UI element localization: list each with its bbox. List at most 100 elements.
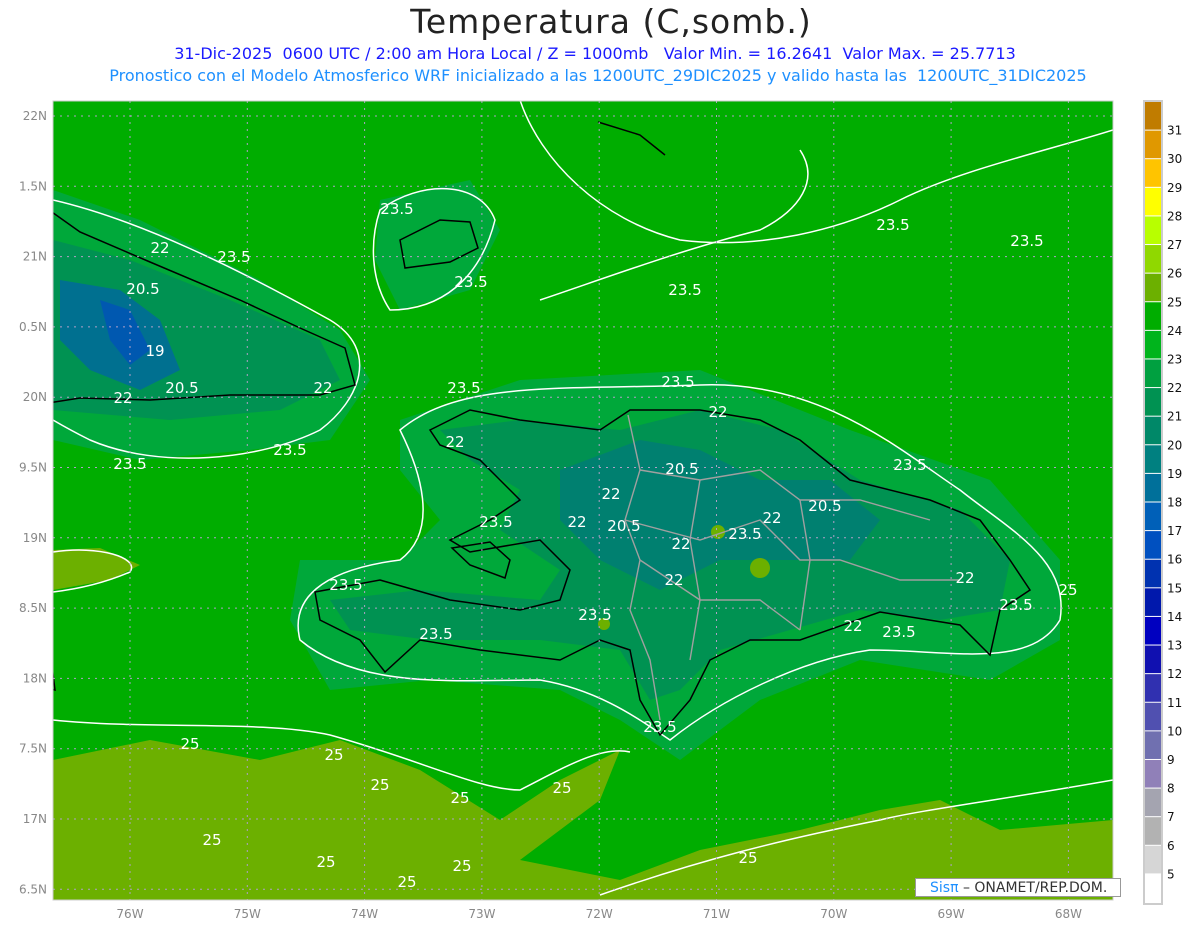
colorbar-label: 29	[1167, 181, 1182, 195]
contour-label: 25	[1058, 581, 1077, 599]
contour-label: 23.5	[728, 525, 761, 543]
colorbar-swatch	[1145, 388, 1161, 416]
contour-label: 23.5	[454, 273, 487, 291]
contour-label: 23.5	[882, 623, 915, 641]
contour-label: 25	[316, 853, 335, 871]
colorbar-label: 23	[1167, 352, 1182, 366]
colorbar-swatch	[1145, 788, 1161, 817]
lat-tick-label: 1.5N	[19, 179, 47, 193]
colorbar-swatch	[1145, 245, 1161, 273]
colorbar-swatch	[1145, 473, 1161, 502]
contour-label: 23.5	[1010, 232, 1043, 250]
lat-tick-label: 20N	[23, 390, 47, 404]
longitude-axis: 76W 75W 74W 73W 72W 71W 70W 69W 68W	[116, 907, 1082, 921]
contour-label: 20.5	[665, 460, 698, 478]
contour-label: 22	[843, 617, 862, 635]
contour-label: 23.5	[479, 513, 512, 531]
lon-tick-label: 76W	[116, 907, 143, 921]
colorbar-label: 20	[1167, 438, 1182, 452]
colorbar-label: 16	[1167, 553, 1182, 567]
forecast-time-line: 31-Dic-2025 0600 UTC / 2:00 am Hora Loca…	[174, 44, 1016, 63]
contour-label: 25	[370, 776, 389, 794]
colorbar-swatch	[1145, 159, 1161, 187]
lon-tick-label: 70W	[820, 907, 847, 921]
lon-tick-label: 68W	[1055, 907, 1082, 921]
contour-label: 23.5	[893, 456, 926, 474]
colorbar-swatch	[1145, 616, 1161, 645]
contour-label: 20.5	[126, 280, 159, 298]
colorbar-label: 31	[1167, 124, 1182, 138]
model-info-line: Pronostico con el Modelo Atmosferico WRF…	[109, 66, 1087, 85]
lon-tick-label: 74W	[351, 907, 378, 921]
contour-label: 22	[313, 379, 332, 397]
colorbar-swatch	[1145, 330, 1161, 359]
contour-label: 25	[324, 746, 343, 764]
lat-tick-label: 8.5N	[19, 601, 47, 615]
lat-tick-label: 6.5N	[19, 882, 47, 896]
colorbar-label: 24	[1167, 324, 1182, 338]
colorbar-label: 25	[1167, 295, 1182, 309]
credit-text: – ONAMET/REP.DOM.	[958, 880, 1108, 896]
latitude-axis: 22N 1.5N 21N 0.5N 20N 9.5N 19N 8.5N 18N 7.5N 17N 6.…	[19, 109, 47, 896]
contour-label: 22	[567, 513, 586, 531]
lat-tick-label: 17N	[23, 812, 47, 826]
contour-label: 22	[664, 571, 683, 589]
map-title: Temperatura (C,somb.)	[410, 2, 812, 41]
contour-label: 20.5	[165, 379, 198, 397]
colorbar-swatch	[1145, 531, 1161, 559]
colorbar-label: 28	[1167, 209, 1182, 223]
colorbar-swatch	[1145, 559, 1161, 588]
contour-label: 19	[145, 342, 164, 360]
contour-label: 22	[762, 509, 781, 527]
colorbar-label: 22	[1167, 381, 1182, 395]
contour-label: 23.5	[668, 281, 701, 299]
contour-label: 23.5	[643, 718, 676, 736]
contour-label: 22	[445, 433, 464, 451]
colorbar-swatch	[1145, 817, 1161, 845]
colorbar-label: 30	[1167, 152, 1182, 166]
colorbar-swatch	[1145, 502, 1161, 531]
colorbar-swatch	[1145, 445, 1161, 473]
contour-label: 25	[202, 831, 221, 849]
contour-label: 23.5	[273, 441, 306, 459]
contour-label: 25	[397, 873, 416, 891]
contour-label: 23.5	[329, 576, 362, 594]
colorbar: 31 30 29 28 27 26 25 24 23 22 21 20 19 18 17 16 15 14 13 12…	[1143, 100, 1182, 905]
contour-label: 25	[552, 779, 571, 797]
contour-label: 23.5	[217, 248, 250, 266]
credit-brand: Sisπ	[930, 880, 959, 896]
contour-label: 23.5	[447, 379, 480, 397]
lat-tick-label: 22N	[23, 109, 47, 123]
lat-tick-label: 18N	[23, 671, 47, 685]
lon-tick-label: 72W	[586, 907, 613, 921]
lon-tick-label: 69W	[938, 907, 965, 921]
contour-label: 22	[708, 403, 727, 421]
colorbar-label: 26	[1167, 267, 1182, 281]
contour-label: 23.5	[419, 625, 452, 643]
lat-tick-label: 9.5N	[19, 461, 47, 475]
colorbar-label: 15	[1167, 581, 1182, 595]
lon-tick-label: 71W	[703, 907, 730, 921]
colorbar-label: 18	[1167, 496, 1182, 510]
credit-box: Sisπ – ONAMET/REP.DOM.	[915, 878, 1121, 897]
contour-label: 23.5	[999, 596, 1032, 614]
colorbar-label: 27	[1167, 238, 1182, 252]
contour-label: 22	[671, 535, 690, 553]
lon-tick-label: 75W	[234, 907, 261, 921]
colorbar-label: 8	[1167, 782, 1175, 796]
colorbar-label: 9	[1167, 753, 1175, 767]
field-25-spot	[750, 558, 770, 578]
contour-label: 25	[452, 857, 471, 875]
colorbar-label: 13	[1167, 639, 1182, 653]
colorbar-swatch	[1145, 702, 1161, 731]
colorbar-swatch	[1145, 302, 1161, 330]
map-field: 23.523.523.523.5 23.52220.51920.5222223.5…	[53, 101, 1113, 900]
colorbar-label: 14	[1167, 610, 1182, 624]
colorbar-label: 21	[1167, 410, 1182, 424]
colorbar-swatch	[1145, 187, 1161, 216]
contour-label: 23.5	[113, 455, 146, 473]
colorbar-swatch	[1145, 359, 1161, 388]
contour-label: 22	[113, 389, 132, 407]
colorbar-swatch	[1145, 216, 1161, 245]
contour-label: 23.5	[578, 606, 611, 624]
